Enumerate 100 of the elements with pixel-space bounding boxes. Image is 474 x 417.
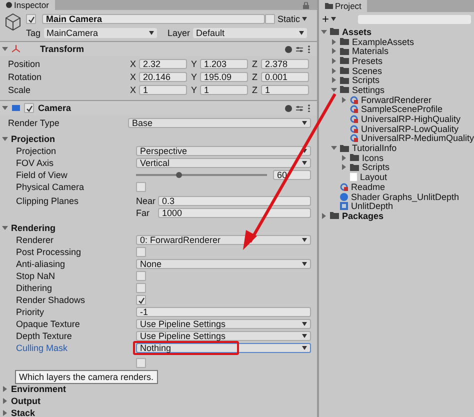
foldout-icon[interactable]: [2, 225, 8, 231]
dropdown[interactable]: 0: ForwardRenderer: [136, 235, 311, 245]
foldout-icon[interactable]: [2, 136, 8, 142]
sliders-icon[interactable]: [296, 104, 303, 112]
section-title[interactable]: Stack: [11, 408, 36, 417]
section-title[interactable]: Rendering: [11, 223, 56, 233]
tree-item[interactable]: UniversalRP-MediumQuality: [360, 133, 474, 144]
tree-item[interactable]: Settings: [352, 84, 384, 95]
more-menu-icon[interactable]: [306, 45, 311, 53]
checkbox[interactable]: [136, 182, 146, 192]
input-field[interactable]: 2.32: [139, 59, 187, 69]
tree-foldout-icon[interactable]: [340, 164, 347, 170]
tree-item[interactable]: Scripts: [362, 162, 390, 172]
help-icon[interactable]: [284, 46, 292, 52]
tree-foldout-icon[interactable]: [320, 212, 327, 219]
dropdown[interactable]: Use Pipeline Settings: [136, 319, 311, 329]
tree-item[interactable]: Readme: [350, 182, 385, 192]
section-title[interactable]: Environment: [11, 384, 66, 394]
add-button[interactable]: +: [322, 12, 329, 26]
tree-item[interactable]: Layout: [360, 172, 387, 182]
name-field[interactable]: Main Camera: [42, 14, 266, 24]
tree-item[interactable]: Scenes: [352, 66, 382, 76]
foldout-icon[interactable]: [2, 386, 8, 392]
tree-item[interactable]: Shader Graphs_UnlitDepth: [350, 192, 460, 202]
foldout-icon[interactable]: [2, 398, 8, 404]
dropdown[interactable]: Vertical: [136, 158, 311, 168]
axis-label: Y: [190, 85, 198, 95]
search-field[interactable]: [358, 14, 471, 24]
lock-icon[interactable]: [302, 2, 309, 8]
dropdown-arrow-icon: [330, 17, 336, 21]
dropdown[interactable]: Use Pipeline Settings: [136, 331, 311, 341]
tree-item[interactable]: Packages: [342, 210, 384, 221]
static-label[interactable]: Static: [277, 14, 300, 24]
input-field[interactable]: 0.001: [260, 72, 309, 82]
foldout-icon[interactable]: [2, 410, 8, 416]
checkbox[interactable]: [136, 271, 146, 281]
tree-item[interactable]: Icons: [362, 152, 384, 163]
dropdown-arrow-icon: [302, 262, 307, 266]
foldout-icon[interactable]: [2, 46, 8, 52]
inspector-tab[interactable]: Inspector: [0, 0, 55, 10]
input-field[interactable]: 195.09: [200, 72, 248, 82]
tree-foldout-icon[interactable]: [340, 154, 347, 161]
tree-item[interactable]: TutorialInfo: [352, 143, 397, 154]
tree-item[interactable]: Materials: [352, 46, 388, 56]
input-field[interactable]: 1: [260, 85, 309, 95]
document-icon: [350, 173, 357, 182]
checkbox[interactable]: [24, 103, 34, 113]
input-field[interactable]: 0.3: [158, 196, 311, 206]
checkbox[interactable]: [136, 283, 146, 293]
tree-foldout-icon[interactable]: [330, 58, 337, 64]
input-field[interactable]: 2.378: [260, 59, 309, 69]
tree-item[interactable]: SampleSceneProfile: [360, 104, 442, 114]
input-field[interactable]: -1: [136, 307, 311, 317]
tree-foldout-icon[interactable]: [330, 68, 337, 74]
input-field[interactable]: 60: [272, 170, 311, 180]
dropdown[interactable]: MainCamera: [44, 28, 158, 38]
checkbox[interactable]: [265, 14, 276, 24]
tree-item[interactable]: ForwardRenderer: [360, 94, 432, 105]
sliders-icon[interactable]: [296, 46, 303, 52]
tree-foldout-icon[interactable]: [330, 38, 337, 45]
axis-label: Z: [250, 72, 258, 82]
input-field[interactable]: 1.203: [200, 59, 248, 69]
dropdown[interactable]: Base: [128, 118, 311, 128]
dropdown[interactable]: Default: [193, 28, 307, 38]
dropdown-arrow-icon: [298, 31, 304, 35]
section-title[interactable]: Projection: [11, 134, 56, 144]
tree-item[interactable]: UniversalRP-LowQuality: [360, 124, 458, 134]
checkbox[interactable]: [136, 358, 146, 368]
more-menu-icon[interactable]: [306, 104, 311, 112]
checkbox[interactable]: [26, 14, 36, 24]
dropdown[interactable]: None: [136, 259, 311, 269]
tree-item[interactable]: UniversalRP-HighQuality: [360, 114, 460, 124]
tree-foldout-icon[interactable]: [320, 28, 327, 35]
field-label: Clipping Planes: [16, 196, 80, 206]
tree-item[interactable]: Assets: [342, 26, 372, 37]
dropdown[interactable]: Nothing: [136, 343, 311, 353]
axis-label: X: [129, 85, 138, 95]
input-field[interactable]: 1000: [158, 208, 311, 218]
slider-thumb[interactable]: [176, 172, 182, 178]
tree-item[interactable]: Scripts: [352, 75, 380, 86]
help-icon[interactable]: [284, 104, 292, 112]
tree-item[interactable]: ExampleAssets: [352, 36, 414, 47]
tree-item[interactable]: Presets: [352, 56, 382, 66]
field-label: Opaque Texture: [16, 319, 81, 329]
project-tab[interactable]: Project: [318, 0, 368, 12]
dropdown[interactable]: Perspective: [136, 146, 311, 156]
input-field[interactable]: 1: [200, 85, 248, 95]
section-title[interactable]: Output: [11, 396, 40, 406]
component-title: Camera: [38, 103, 72, 113]
tree-foldout-icon[interactable]: [330, 48, 337, 54]
tree-foldout-icon[interactable]: [340, 96, 347, 103]
input-field[interactable]: 20.146: [139, 72, 187, 82]
tree-foldout-icon[interactable]: [330, 77, 337, 84]
input-field[interactable]: 1: [139, 85, 187, 95]
tree-foldout-icon[interactable]: [330, 145, 337, 152]
foldout-icon[interactable]: [2, 105, 8, 111]
checkbox[interactable]: [136, 247, 146, 257]
tree-foldout-icon[interactable]: [330, 86, 337, 93]
checkbox[interactable]: [136, 295, 146, 305]
tree-item[interactable]: UnlitDepth: [350, 201, 393, 212]
